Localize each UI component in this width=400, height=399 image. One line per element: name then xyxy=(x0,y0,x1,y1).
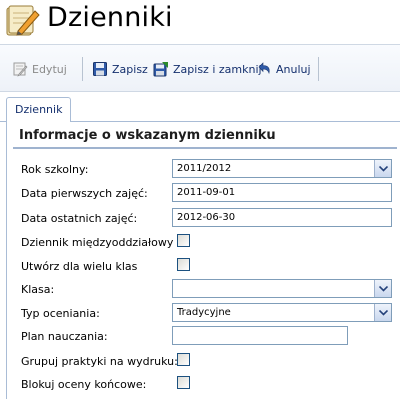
cancel-button-label: Anuluj xyxy=(276,62,311,76)
dziennik-miedzyoddzialowy-label: Dziennik międzyoddziałowy xyxy=(21,236,174,249)
row-plan-nauczania: Plan nauczania: xyxy=(7,326,400,348)
form-panel: Informacje o wskazanym dzienniku Rok szk… xyxy=(6,122,400,399)
save-button-label: Zapisz xyxy=(112,62,148,76)
plan-nauczania-input[interactable] xyxy=(172,326,348,345)
row-blokuj-oceny: Blokuj oceny końcowe: xyxy=(7,374,400,396)
plan-nauczania-label: Plan nauczania: xyxy=(21,330,108,343)
toolbar-separator xyxy=(82,57,83,81)
chevron-down-icon[interactable] xyxy=(374,160,391,177)
data-ostatnich-input[interactable]: 2012-06-30 xyxy=(172,208,392,227)
toolbar: Edytuj Zapisz Zapisz i zamknij Anuluj xyxy=(0,44,400,92)
klasa-label: Klasa: xyxy=(21,283,55,296)
grupuj-praktyki-checkbox[interactable] xyxy=(177,353,190,366)
typ-oceniania-value: Tradycyjne xyxy=(177,307,231,318)
data-ostatnich-label: Data ostatnich zajęć: xyxy=(21,212,138,225)
blokuj-oceny-label: Blokuj oceny końcowe: xyxy=(21,378,147,391)
row-utworz-wiele-klas: Utwórz dla wielu klas xyxy=(7,256,400,278)
row-grupuj-praktyki: Grupuj praktyki na wydruku: xyxy=(7,351,400,373)
row-rok-szkolny: Rok szkolny: 2011/2012 xyxy=(7,159,400,181)
row-data-ostatnich: Data ostatnich zajęć: 2012-06-30 xyxy=(7,208,400,230)
floppy-disk-icon xyxy=(93,62,107,76)
tab-dziennik[interactable]: Dziennik xyxy=(6,97,72,123)
dziennik-miedzyoddzialowy-checkbox[interactable] xyxy=(177,234,190,247)
typ-oceniania-select[interactable]: Tradycyjne xyxy=(172,303,392,322)
utworz-wiele-klas-label: Utwórz dla wielu klas xyxy=(21,260,138,273)
rok-szkolny-value: 2011/2012 xyxy=(177,163,232,174)
row-klasa: Klasa: xyxy=(7,279,400,301)
section-divider xyxy=(13,147,397,149)
rok-szkolny-select[interactable]: 2011/2012 xyxy=(172,159,392,178)
save-and-close-button-label: Zapisz i zamknij xyxy=(173,62,262,76)
blokuj-oceny-checkbox[interactable] xyxy=(177,376,190,389)
edit-button-label: Edytuj xyxy=(32,62,67,76)
save-and-close-icon xyxy=(153,62,168,77)
klasa-select[interactable] xyxy=(172,279,392,298)
chevron-down-icon[interactable] xyxy=(374,304,391,321)
undo-arrow-icon xyxy=(258,62,270,75)
chevron-down-icon[interactable] xyxy=(374,280,391,297)
notebook-pencil-icon xyxy=(6,5,40,36)
data-pierwszych-input[interactable]: 2011-09-01 xyxy=(172,183,392,202)
toolbar-separator xyxy=(318,57,319,81)
tab-strip: Dziennik xyxy=(0,96,400,123)
typ-oceniania-label: Typ oceniania: xyxy=(21,307,100,320)
row-data-pierwszych: Data pierwszych zajęć: 2011-09-01 xyxy=(7,183,400,205)
save-button[interactable]: Zapisz xyxy=(92,60,148,78)
cancel-button[interactable]: Anuluj xyxy=(256,60,311,78)
save-and-close-button[interactable]: Zapisz i zamknij xyxy=(153,60,262,78)
page-header: Dzienniki xyxy=(0,0,400,42)
rok-szkolny-label: Rok szkolny: xyxy=(21,163,89,176)
edit-button[interactable]: Edytuj xyxy=(12,60,67,78)
data-pierwszych-label: Data pierwszych zajęć: xyxy=(21,187,148,200)
section-title: Informacje o wskazanym dzienniku xyxy=(19,128,276,143)
page-title: Dzienniki xyxy=(47,2,173,33)
row-dziennik-miedzyoddzialowy: Dziennik międzyoddziałowy xyxy=(7,232,400,254)
row-typ-oceniania: Typ oceniania: Tradycyjne xyxy=(7,303,400,325)
grupuj-praktyki-label: Grupuj praktyki na wydruku: xyxy=(21,355,178,368)
edit-icon xyxy=(13,62,28,77)
utworz-wiele-klas-checkbox[interactable] xyxy=(177,258,190,271)
